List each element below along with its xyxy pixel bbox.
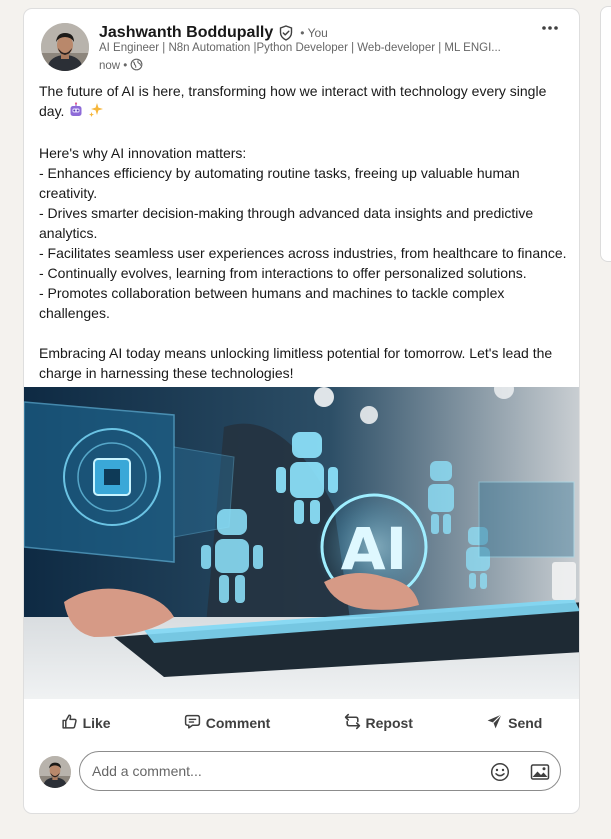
comment-button[interactable]: Comment [174,707,281,739]
smiley-icon[interactable] [490,762,510,787]
repost-label: Repost [365,715,413,731]
connection-degree: • You [300,26,328,40]
image-ai-text: AI [341,515,407,583]
repost-button[interactable]: Repost [334,707,423,739]
post-paragraph: Embracing AI today means unlocking limit… [39,345,553,381]
right-panel-edge [600,6,611,262]
comment-input[interactable] [90,762,474,780]
post-paragraph: Here's why AI innovation matters: [39,145,247,161]
post-card: Jashwanth Boddupally • You AI Engineer |… [23,8,580,814]
paper-plane-icon [486,713,503,733]
author-avatar[interactable] [41,23,89,71]
image-icon[interactable] [530,762,550,787]
author-name-line: Jashwanth Boddupally • You [99,22,328,44]
thumbs-up-icon [61,713,78,733]
comment-box[interactable] [79,751,561,791]
globe-icon [130,58,143,74]
like-label: Like [82,715,111,731]
post-time: now • [99,58,143,74]
sparkles-emoji-icon [88,102,104,123]
verified-shield-icon [278,25,294,41]
post-header: Jashwanth Boddupally • You AI Engineer |… [24,9,579,84]
more-horizontal-icon[interactable] [539,19,561,37]
post-image[interactable]: AI [24,387,579,699]
post-paragraph: - Continually evolves, learning from int… [39,265,527,281]
comment-row [39,751,564,795]
send-label: Send [508,715,543,731]
author-headline: AI Engineer | N8n Automation |Python Dev… [99,42,501,54]
author-name[interactable]: Jashwanth Boddupally [99,24,273,42]
post-paragraph: The future of AI is here, transforming h… [39,81,569,123]
post-time-label: now • [99,60,128,72]
send-button[interactable]: Send [476,707,552,739]
current-user-avatar[interactable] [39,756,71,788]
robot-emoji-icon [68,102,84,123]
speech-bubble-icon [184,713,201,733]
repost-arrows-icon [344,713,361,733]
post-paragraph: - Facilitates seamless user experiences … [39,245,567,261]
post-paragraph: - Drives smarter decision-making through… [39,205,534,241]
post-body: The future of AI is here, transforming h… [39,81,569,383]
post-paragraph: - Enhances efficiency by automating rout… [39,165,520,201]
like-button[interactable]: Like [51,707,121,739]
comment-label: Comment [205,715,271,731]
post-paragraph: - Promotes collaboration between humans … [39,285,505,321]
post-actions: Like Comment Repost Send [24,706,579,740]
